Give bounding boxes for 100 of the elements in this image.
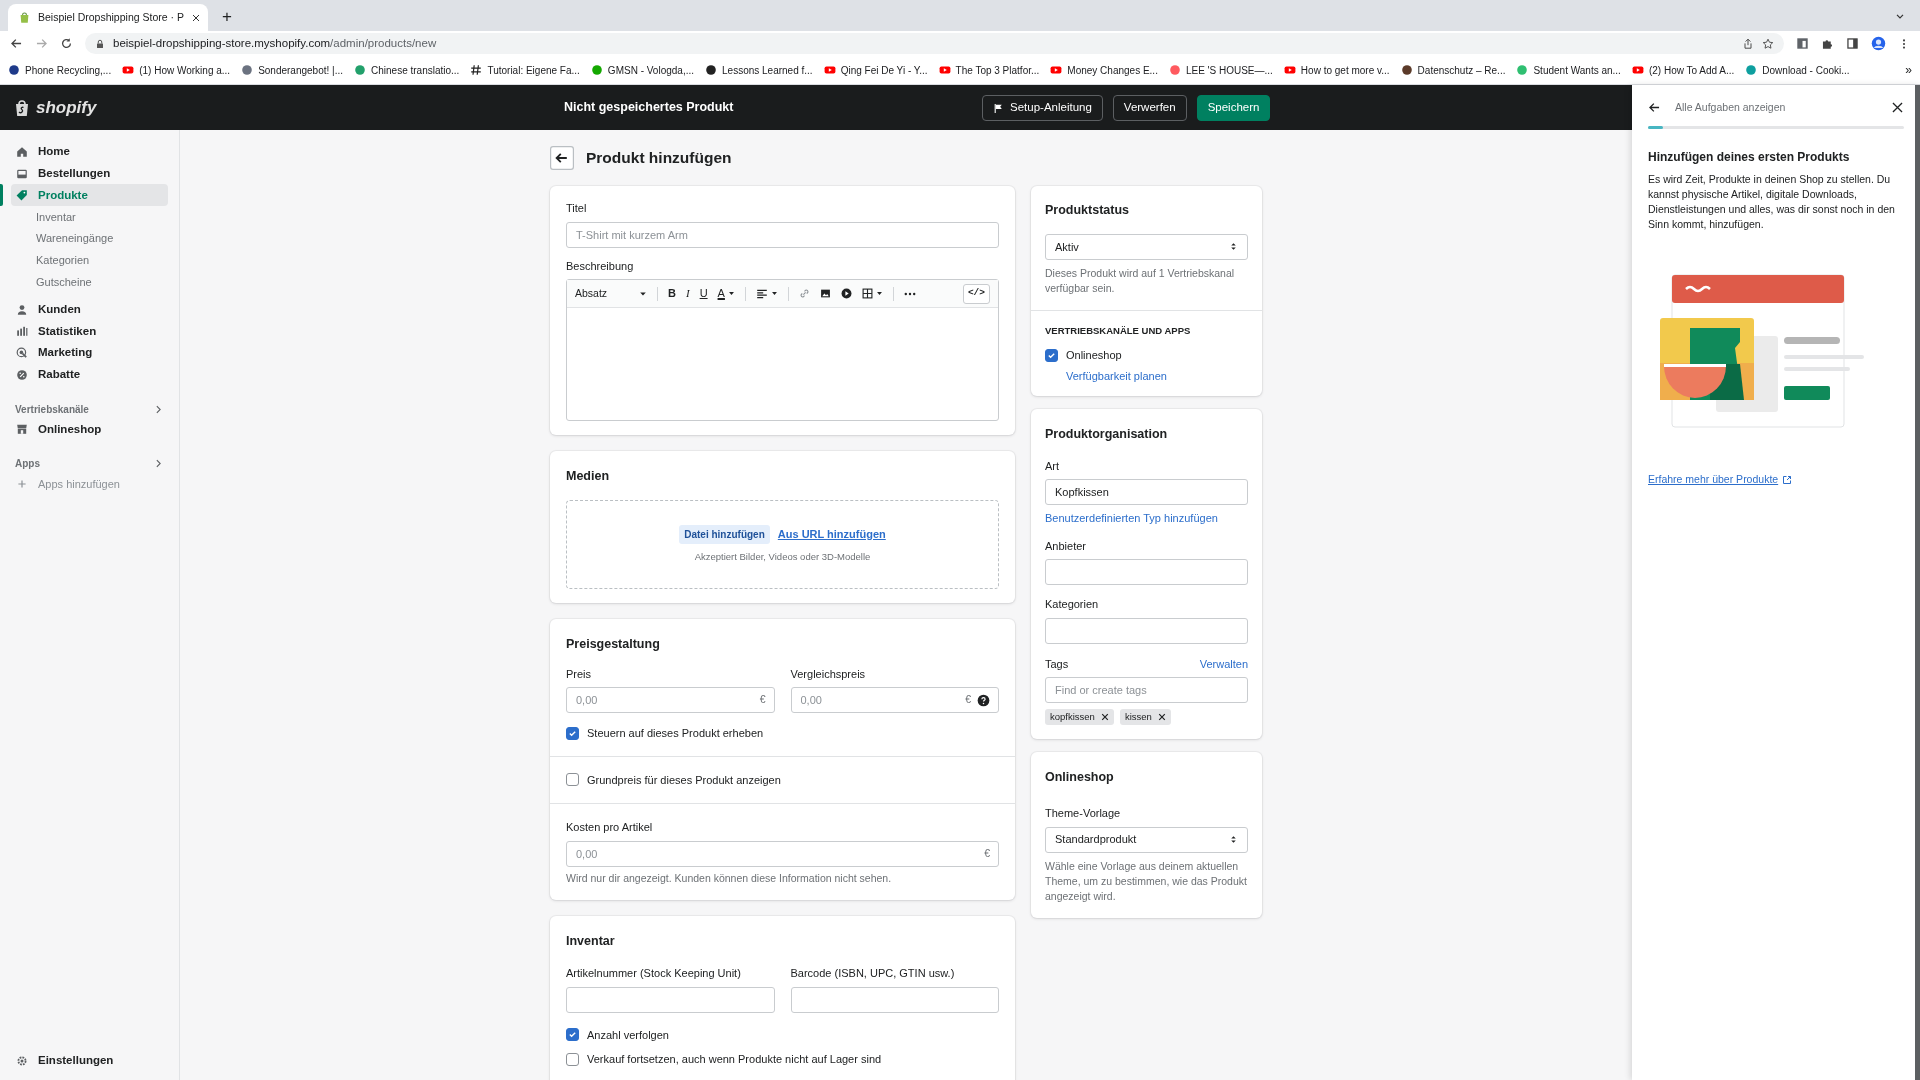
nav-item[interactable]: Onlineshop bbox=[11, 418, 168, 441]
remove-icon[interactable] bbox=[1157, 713, 1166, 722]
back-link[interactable]: Alle Aufgaben anzeigen bbox=[1648, 100, 1786, 116]
text-editor[interactable]: Absatz B I U A </> bbox=[566, 279, 999, 421]
nav-item[interactable]: Statistiken bbox=[11, 320, 168, 343]
drop-zone[interactable]: Datei hinzufügen Aus URL hinzufügen Akzeptiert Bilder, Videos oder 3D-Modelle bbox=[566, 499, 999, 589]
bookmark[interactable]: The Top 3 Platfor... bbox=[938, 62, 1040, 78]
bookmark[interactable]: (1) How Working a... bbox=[122, 62, 231, 78]
custom-type-link[interactable]: Benutzerdefinierten Typ hinzufügen bbox=[1045, 510, 1248, 527]
puzzle-icon[interactable] bbox=[1821, 37, 1834, 50]
type-field[interactable]: Kopfkissen bbox=[1045, 479, 1248, 506]
bookmark[interactable]: LEE 'S HOUSE—... bbox=[1168, 62, 1273, 78]
nav-item[interactable]: Produkte bbox=[11, 184, 168, 207]
caret-icon bbox=[727, 290, 735, 297]
video-icon[interactable] bbox=[840, 288, 852, 299]
section-heading: Apps bbox=[15, 457, 40, 472]
bookmark[interactable]: Sonderangebot! |... bbox=[241, 62, 343, 78]
nav-item[interactable]: Rabatte bbox=[11, 363, 168, 386]
nav-subitem[interactable]: Gutscheine bbox=[36, 271, 179, 293]
nav-subitem[interactable]: Inventar bbox=[36, 206, 179, 228]
select-field[interactable]: Aktiv bbox=[1045, 233, 1248, 260]
color-button[interactable]: A bbox=[717, 288, 725, 299]
checkbox-label: Steuern auf dieses Produkt erheben bbox=[587, 726, 764, 741]
extension-icon[interactable] bbox=[1796, 37, 1809, 50]
share-icon[interactable] bbox=[1742, 37, 1754, 50]
bold-button[interactable]: B bbox=[668, 288, 676, 299]
close-icon[interactable] bbox=[1891, 101, 1904, 115]
address-bar[interactable]: beispiel-dropshipping-store.myshopify.com/admin/products/new bbox=[85, 33, 1784, 54]
table-icon[interactable] bbox=[861, 288, 873, 299]
external-link-icon bbox=[1782, 474, 1793, 485]
nav-subitem[interactable]: Wareneingänge bbox=[36, 227, 179, 250]
format-dropdown[interactable]: Absatz bbox=[575, 285, 647, 302]
back-icon[interactable] bbox=[10, 37, 23, 50]
checkbox[interactable] bbox=[566, 726, 579, 740]
settings-item[interactable]: Einstellungen bbox=[11, 1050, 168, 1072]
page-title: Produkt hinzufügen bbox=[586, 148, 732, 169]
manage-link[interactable]: Verwalten bbox=[1199, 655, 1248, 673]
reload-icon[interactable] bbox=[60, 37, 73, 50]
input-field[interactable] bbox=[1045, 559, 1248, 586]
schedule-link[interactable]: Verfügbarkeit planen bbox=[1066, 367, 1248, 384]
caret-icon bbox=[639, 289, 647, 298]
currency-symbol: € bbox=[965, 692, 971, 708]
bookmark[interactable]: GMSN - Vologda,... bbox=[590, 62, 694, 78]
link-icon[interactable] bbox=[798, 288, 810, 299]
bookmark[interactable]: Datenschutz – Re... bbox=[1400, 62, 1506, 78]
setup-guide-button[interactable]: Setup-Anleitung bbox=[982, 95, 1103, 121]
nav-item[interactable]: Kunden bbox=[11, 298, 168, 321]
bookmark[interactable]: Money Changes E... bbox=[1050, 62, 1158, 78]
browser-tab[interactable]: Beispiel Dropshipping Store · P bbox=[8, 4, 208, 31]
card-title: Onlineshop bbox=[1045, 769, 1115, 787]
nav-item[interactable]: Marketing bbox=[11, 342, 168, 364]
checkbox[interactable] bbox=[566, 1052, 579, 1066]
bookmark[interactable]: Student Wants an... bbox=[1516, 62, 1621, 78]
field-label: Kosten pro Artikel bbox=[566, 820, 654, 835]
nav-item[interactable]: Bestellungen bbox=[11, 162, 168, 185]
bookmark[interactable]: (2) How To Add A... bbox=[1631, 62, 1735, 78]
discard-button[interactable]: Verwerfen bbox=[1112, 95, 1187, 121]
url-link[interactable]: Aus URL hinzufügen bbox=[777, 525, 886, 543]
page-status-title: Nicht gespeichertes Produkt bbox=[564, 99, 734, 117]
image-icon[interactable] bbox=[819, 288, 831, 299]
checkbox[interactable] bbox=[1045, 348, 1058, 362]
sidebar-icon[interactable] bbox=[1846, 37, 1859, 50]
play-icon bbox=[823, 64, 836, 76]
save-button[interactable]: Speichern bbox=[1196, 95, 1271, 121]
bookmark[interactable]: Chinese translatio... bbox=[354, 62, 460, 78]
italic-button[interactable]: I bbox=[685, 288, 690, 299]
bookmark[interactable]: Qing Fei De Yi - Y... bbox=[823, 62, 928, 78]
underline-button[interactable]: U bbox=[699, 288, 708, 299]
more-bookmarks-button[interactable]: » bbox=[1905, 61, 1912, 79]
checkbox[interactable] bbox=[566, 773, 579, 787]
checkmark-icon bbox=[568, 1030, 577, 1040]
select-field[interactable]: Standardprodukt bbox=[1045, 826, 1248, 853]
bookmark[interactable]: How to get more v... bbox=[1283, 62, 1390, 78]
learn-more-link[interactable]: Erfahre mehr über Produkte bbox=[1648, 471, 1793, 488]
align-icon[interactable] bbox=[755, 287, 768, 300]
code-button[interactable]: </> bbox=[962, 283, 990, 304]
play-icon bbox=[938, 64, 951, 76]
help-icon[interactable] bbox=[977, 693, 990, 707]
input-field[interactable] bbox=[1045, 617, 1248, 644]
nav-subitem[interactable]: Kategorien bbox=[36, 249, 179, 272]
bookmark[interactable]: Tutorial: Eigene Fa... bbox=[470, 62, 580, 78]
input-field[interactable] bbox=[566, 986, 775, 1013]
star-icon[interactable] bbox=[1762, 37, 1774, 50]
close-icon[interactable] bbox=[190, 12, 201, 23]
nav-item[interactable]: Home bbox=[11, 141, 168, 163]
card-title: Preisgestaltung bbox=[566, 635, 661, 653]
title-field[interactable]: T-Shirt mit kurzem Arm bbox=[566, 221, 999, 248]
add-file-button[interactable]: Datei hinzufügen bbox=[679, 524, 770, 544]
bookmark[interactable]: Download - Cooki... bbox=[1745, 62, 1850, 78]
field-label: Titel bbox=[566, 201, 588, 216]
checkbox[interactable] bbox=[566, 1028, 579, 1042]
input-field[interactable] bbox=[790, 986, 999, 1013]
avatar-icon[interactable] bbox=[1871, 36, 1886, 51]
bookmark[interactable]: Lessons Learned f... bbox=[705, 62, 813, 78]
card-title: Medien bbox=[566, 468, 611, 485]
bookmark[interactable]: Phone Recycling,... bbox=[8, 62, 112, 78]
new-tab-button[interactable]: + bbox=[216, 4, 238, 31]
inbox-icon bbox=[16, 167, 28, 180]
tags-field[interactable]: Find or create tags bbox=[1045, 677, 1248, 704]
remove-icon[interactable] bbox=[1100, 713, 1109, 722]
